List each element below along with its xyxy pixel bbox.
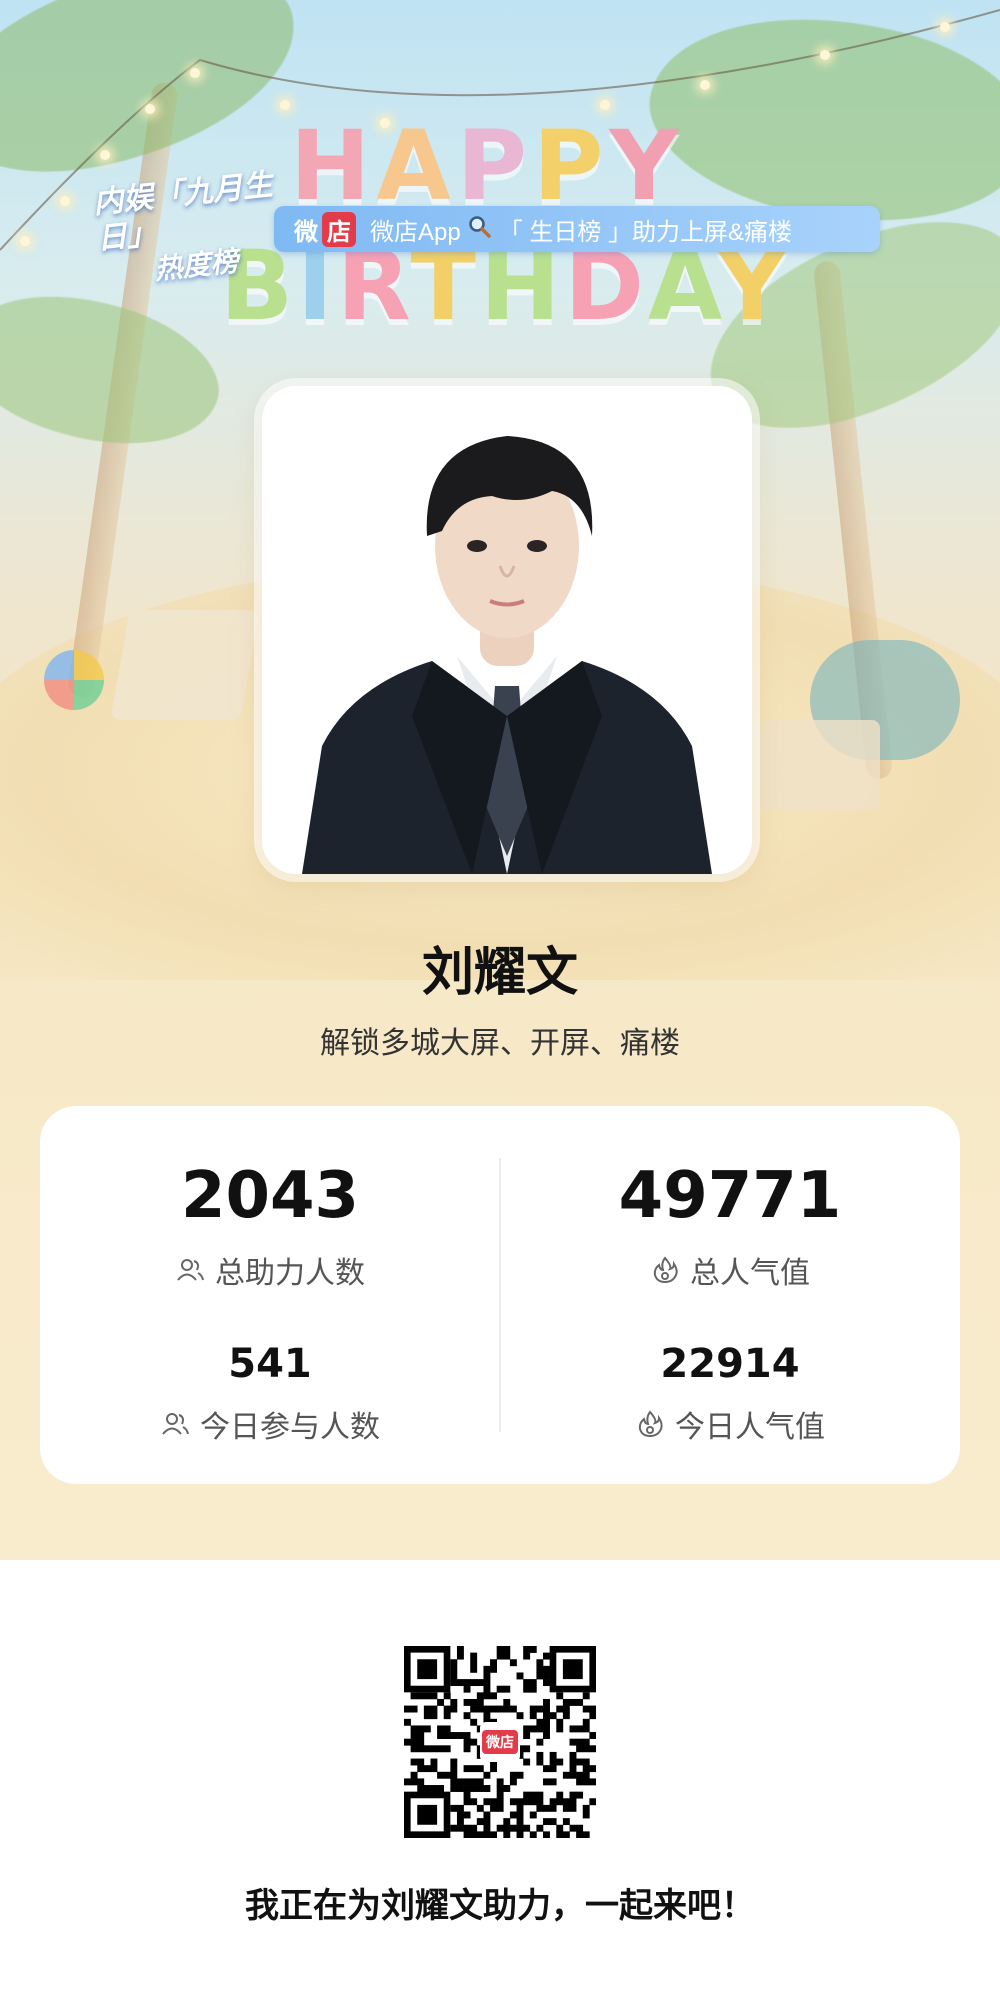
beach-table-right: [760, 720, 880, 810]
beach-ball: [44, 650, 104, 710]
share-footer: 微店 我正在为刘耀文助力，一起来吧！: [0, 1560, 1000, 2000]
hero-background: HAPPY BIRTHDAY 内娱「九月生日」 热度榜 微 店 微店App 「 …: [0, 0, 1000, 1560]
people-icon: [177, 1259, 204, 1281]
magnifier-icon: [467, 214, 491, 245]
banner-app-text: 微店App: [370, 218, 461, 246]
today-participants-label-row: 今日参与人数: [40, 1402, 500, 1446]
weidian-badge: 店: [322, 211, 356, 247]
weidian-brand: 微: [294, 218, 318, 246]
today-popularity-label: 今日人气值: [675, 1410, 825, 1445]
birthday-poster: HAPPY BIRTHDAY 内娱「九月生日」 热度榜 微 店 微店App 「 …: [0, 0, 1000, 2000]
event-logo: 内娱「九月生日」 热度榜: [92, 166, 291, 286]
today-participants-label: 今日参与人数: [200, 1410, 380, 1445]
qr-center-logo: 微店: [480, 1722, 520, 1762]
people-icon: [162, 1413, 189, 1435]
flame-icon: [638, 1410, 663, 1438]
stat-today-participants: 541 今日参与人数: [40, 1342, 500, 1446]
qr-code[interactable]: 微店: [404, 1646, 597, 1839]
support-call-to-action: 我正在为刘耀文助力，一起来吧！: [245, 1886, 755, 1926]
beach-chair-left: [110, 610, 260, 720]
today-participants-value: 541: [228, 1341, 312, 1387]
banner-keyword: 「 生日榜 」助力上屏&痛楼: [498, 218, 793, 246]
total-supporters-value: 2043: [180, 1159, 360, 1233]
total-popularity-label: 总人气值: [690, 1256, 810, 1291]
unlock-rewards-text: 解锁多城大屏、开屏、痛楼: [320, 1026, 680, 1061]
total-supporters-label-row: 总助力人数: [40, 1248, 500, 1292]
portrait-photo: [262, 386, 752, 874]
stats-card: 2043 总助力人数 49771 总人气值 541 今日参与人数 22914 今…: [40, 1106, 960, 1484]
portrait-card: [262, 386, 752, 874]
today-popularity-label-row: 今日人气值: [500, 1402, 960, 1446]
qr-center-label: 微店: [482, 1730, 518, 1754]
total-supporters-label: 总助力人数: [215, 1256, 365, 1291]
flame-icon: [653, 1256, 678, 1284]
today-popularity-value: 22914: [660, 1341, 800, 1387]
stat-total-supporters: 2043 总助力人数: [40, 1164, 500, 1292]
person-name: 刘耀文: [421, 943, 578, 1003]
stat-today-popularity: 22914 今日人气值: [500, 1342, 960, 1446]
total-popularity-value: 49771: [618, 1159, 842, 1233]
stat-total-popularity: 49771 总人气值: [500, 1164, 960, 1292]
promo-banner[interactable]: 微 店 微店App 「 生日榜 」助力上屏&痛楼: [274, 206, 880, 252]
total-popularity-label-row: 总人气值: [500, 1248, 960, 1292]
